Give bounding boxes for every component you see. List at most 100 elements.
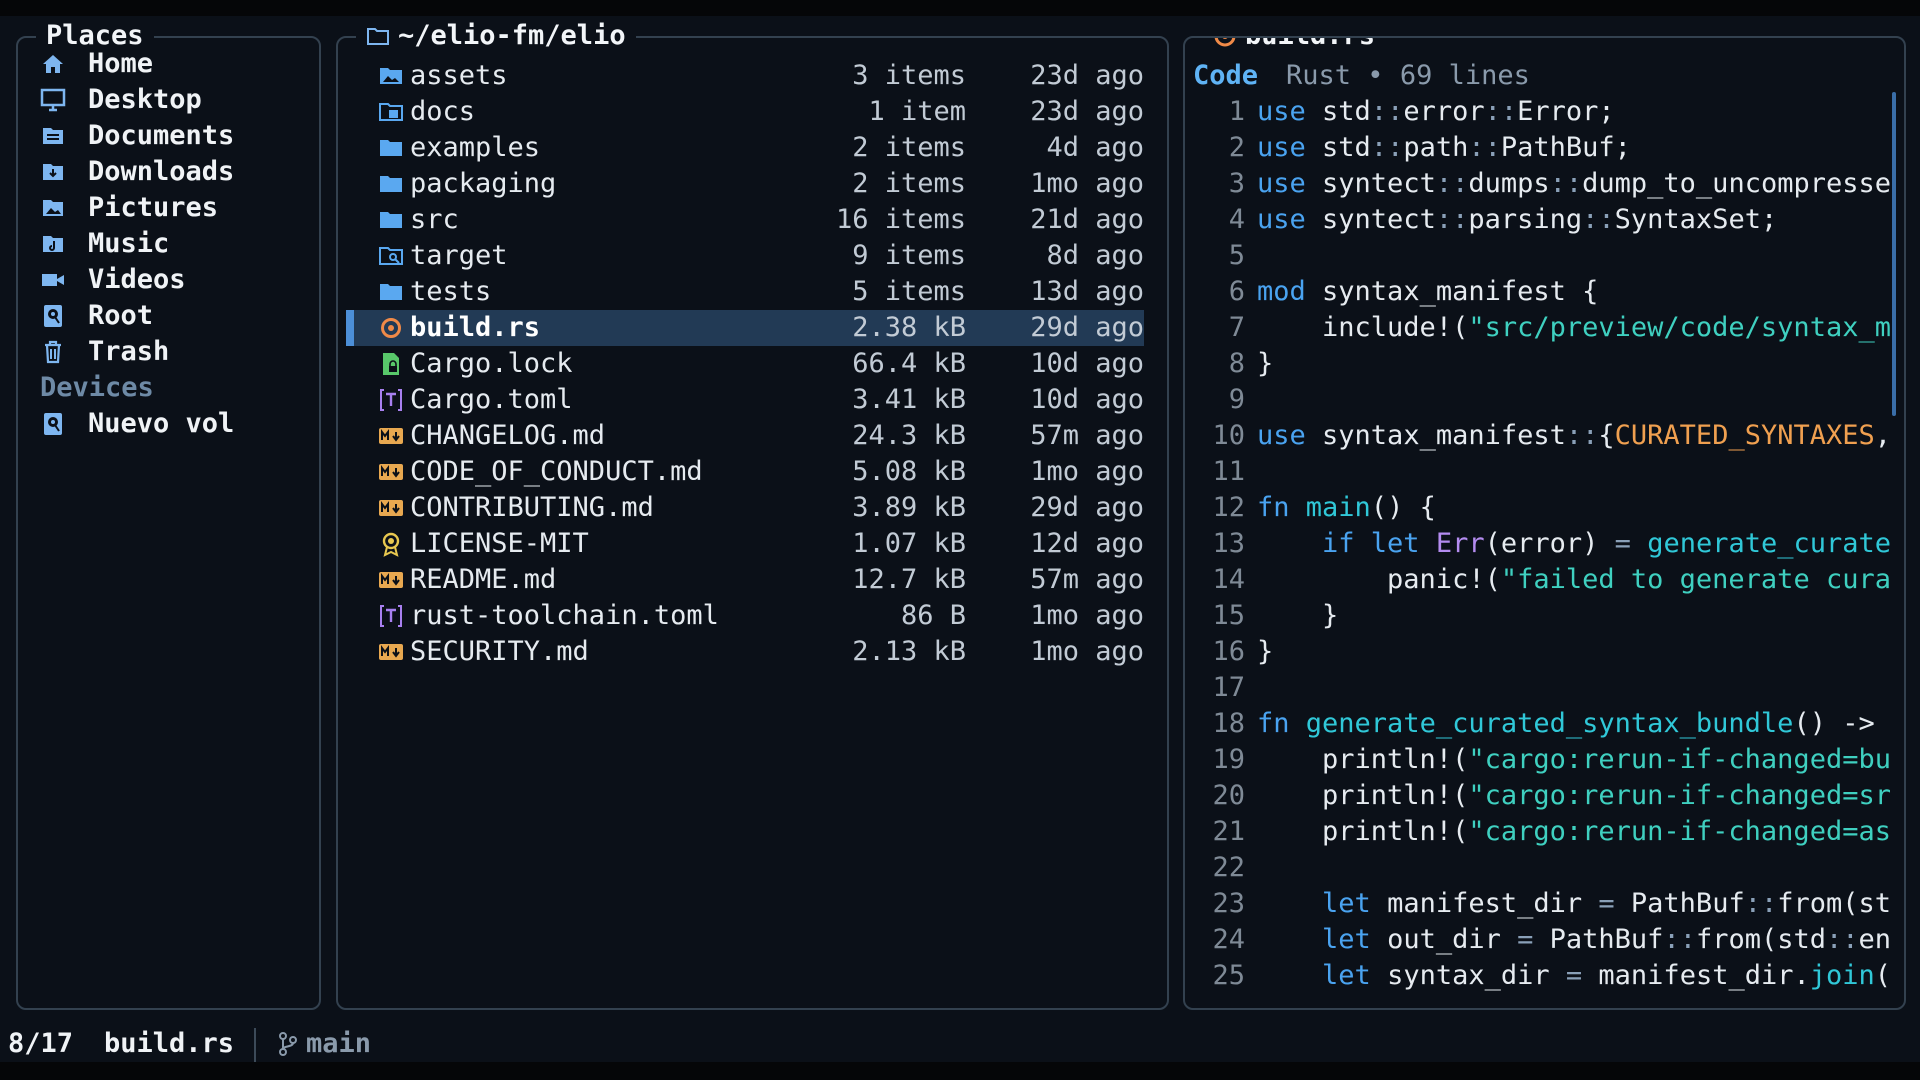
code-token: Err bbox=[1435, 528, 1485, 559]
code-token: include!( bbox=[1257, 312, 1469, 343]
line-number: 2 bbox=[1228, 132, 1245, 163]
code-line: 4 use syntect::parsing::SyntaxSet; bbox=[1193, 202, 1893, 238]
file-row[interactable]: tests 5 items 13d ago bbox=[346, 274, 1144, 310]
file-row[interactable]: rust-toolchain.toml 86 B 1mo ago bbox=[346, 598, 1144, 634]
preview-filename: build.rs bbox=[1245, 38, 1375, 54]
place-item-videos[interactable]: Videos bbox=[40, 262, 186, 298]
file-row[interactable]: Cargo.toml 3.41 kB 10d ago bbox=[346, 382, 1144, 418]
file-modified: 1mo ago bbox=[1030, 456, 1144, 487]
line-number: 10 bbox=[1212, 420, 1245, 451]
place-item-label: Desktop bbox=[88, 84, 202, 115]
file-modified: 29d ago bbox=[1030, 312, 1144, 343]
code-token: :: bbox=[1435, 204, 1469, 235]
code-token: std bbox=[1305, 96, 1371, 127]
file-size: 5.08 kB bbox=[852, 456, 966, 487]
preview-meta: Rust • 69 lines bbox=[1286, 60, 1530, 91]
code-token: syntax_manifest { bbox=[1305, 276, 1599, 307]
file-row[interactable]: packaging 2 items 1mo ago bbox=[346, 166, 1144, 202]
code-line: 13 if let Err(error) = generate_curate bbox=[1193, 526, 1893, 562]
code-line: 8} bbox=[1193, 346, 1893, 382]
file-row[interactable]: Cargo.lock 66.4 kB 10d ago bbox=[346, 346, 1144, 382]
code-token: use bbox=[1257, 168, 1306, 199]
code-line: 16} bbox=[1193, 634, 1893, 670]
code-token: std bbox=[1305, 132, 1371, 163]
folder-icon bbox=[378, 279, 404, 305]
file-name: packaging bbox=[410, 168, 557, 199]
place-item-desktop[interactable]: Desktop bbox=[40, 82, 202, 118]
lock-file-icon bbox=[378, 351, 404, 377]
file-size: 24.3 kB bbox=[852, 420, 966, 451]
preview-scrollbar[interactable] bbox=[1892, 92, 1896, 416]
line-number: 14 bbox=[1212, 564, 1245, 595]
file-size: 2 items bbox=[852, 132, 966, 163]
markdown-icon bbox=[378, 639, 404, 665]
code-token: use bbox=[1257, 420, 1306, 451]
place-item-label: Videos bbox=[88, 264, 186, 295]
toml-icon bbox=[378, 387, 404, 413]
code-token: (error) bbox=[1484, 528, 1615, 559]
file-modified: 21d ago bbox=[1030, 204, 1144, 235]
code-token: panic!( bbox=[1257, 564, 1501, 595]
file-row[interactable]: README.md 12.7 kB 57m ago bbox=[346, 562, 1144, 598]
line-number: 20 bbox=[1212, 780, 1245, 811]
file-row[interactable]: docs 1 item 23d ago bbox=[346, 94, 1144, 130]
line-number: 1 bbox=[1228, 96, 1245, 127]
file-row[interactable]: CHANGELOG.md 24.3 kB 57m ago bbox=[346, 418, 1144, 454]
preview-title: build.rs bbox=[1203, 38, 1386, 54]
file-row[interactable]: src 16 items 21d ago bbox=[346, 202, 1144, 238]
place-item-trash[interactable]: Trash bbox=[40, 334, 169, 370]
code-token: } bbox=[1257, 348, 1274, 379]
place-item-label: Downloads bbox=[88, 156, 235, 187]
documents-folder-icon bbox=[40, 123, 66, 149]
status-bar: 8/17 build.rs main bbox=[0, 1026, 1920, 1062]
code-token: :: bbox=[1370, 132, 1404, 163]
file-row[interactable]: CONTRIBUTING.md 3.89 kB 29d ago bbox=[346, 490, 1144, 526]
file-size: 1 item bbox=[868, 96, 966, 127]
file-name: CONTRIBUTING.md bbox=[410, 492, 654, 523]
place-item-pictures[interactable]: Pictures bbox=[40, 190, 218, 226]
code-token: () { bbox=[1370, 492, 1436, 523]
line-number: 18 bbox=[1212, 708, 1245, 739]
file-name: assets bbox=[410, 60, 508, 91]
code-token: dumps bbox=[1468, 168, 1550, 199]
code-token: join bbox=[1809, 960, 1875, 991]
file-row[interactable]: assets 3 items 23d ago bbox=[346, 58, 1144, 94]
markdown-icon bbox=[378, 495, 404, 521]
home-icon bbox=[40, 51, 66, 77]
place-item-documents[interactable]: Documents bbox=[40, 118, 234, 154]
file-row[interactable]: LICENSE-MIT 1.07 kB 12d ago bbox=[346, 526, 1144, 562]
code-line: 5 bbox=[1193, 238, 1893, 274]
place-item-label: Home bbox=[88, 48, 154, 79]
git-branch: main bbox=[278, 1026, 371, 1062]
code-token: PathBuf bbox=[1614, 888, 1745, 919]
trash-icon bbox=[40, 339, 66, 365]
code-token: println!( bbox=[1257, 780, 1469, 811]
code-line: 7 include!("src/preview/code/syntax_m bbox=[1193, 310, 1893, 346]
code-token: = bbox=[1517, 924, 1534, 955]
file-row[interactable]: target 9 items 8d ago bbox=[346, 238, 1144, 274]
place-item-downloads[interactable]: Downloads bbox=[40, 154, 234, 190]
license-icon bbox=[378, 531, 404, 557]
file-row[interactable]: CODE_OF_CONDUCT.md 5.08 kB 1mo ago bbox=[346, 454, 1144, 490]
line-number: 4 bbox=[1228, 204, 1245, 235]
place-item-music[interactable]: Music bbox=[40, 226, 169, 262]
markdown-icon bbox=[378, 567, 404, 593]
code-line: 11 bbox=[1193, 454, 1893, 490]
place-item-home[interactable]: Home bbox=[40, 46, 153, 82]
file-row[interactable]: examples 2 items 4d ago bbox=[346, 130, 1144, 166]
place-item-root[interactable]: Root bbox=[40, 298, 153, 334]
code-line: 17 bbox=[1193, 670, 1893, 706]
file-row[interactable]: build.rs 2.38 kB 29d ago bbox=[346, 310, 1144, 346]
code-token: "failed to generate cura bbox=[1500, 564, 1891, 595]
file-name: target bbox=[410, 240, 508, 271]
device-item[interactable]: Nuevo vol bbox=[40, 406, 234, 442]
devices-section-label: Devices bbox=[40, 372, 154, 403]
file-list-title: ~/elio-fm/elio bbox=[356, 18, 636, 54]
file-row[interactable]: SECURITY.md 2.13 kB 1mo ago bbox=[346, 634, 1144, 670]
code-token: let bbox=[1322, 888, 1371, 919]
